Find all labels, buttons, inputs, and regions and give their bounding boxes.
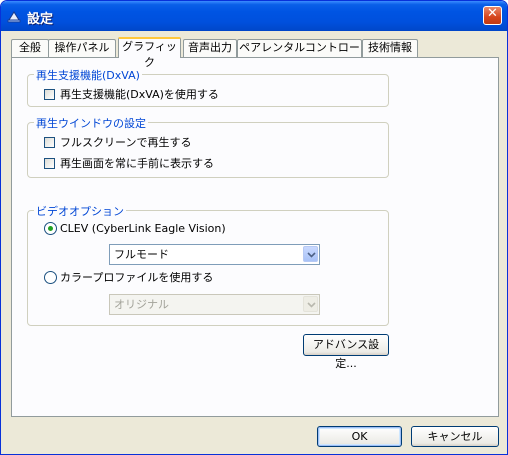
close-button[interactable]: ✕ — [483, 6, 502, 25]
ok-button[interactable]: OK — [317, 426, 402, 447]
tab-audio-output[interactable]: 音声出力 — [183, 39, 237, 57]
advanced-settings-button[interactable]: アドバンス設定... — [303, 334, 389, 370]
cancel-button[interactable]: キャンセル — [411, 426, 499, 447]
title-bar[interactable]: 設定 ✕ — [1, 1, 507, 31]
window-title: 設定 — [27, 12, 54, 27]
radio-selected-dot — [48, 226, 53, 231]
tab-general[interactable]: 全般 — [11, 39, 49, 57]
always-on-top-checkbox-label: 再生画面を常に手前に表示する — [60, 157, 214, 170]
chevron-down-icon[interactable] — [303, 246, 318, 262]
playback-window-group: 再生ウインドウの設定 フルスクリーンで再生する 再生画面を常に手前に表示する — [27, 115, 389, 178]
fullscreen-checkbox[interactable] — [44, 137, 55, 148]
playback-window-group-title: 再生ウインドウの設定 — [34, 115, 148, 131]
close-icon: ✕ — [487, 6, 498, 21]
tab-technical-info[interactable]: 技術情報 — [362, 39, 418, 57]
settings-dialog: 設定 ✕ 全般 操作パネル グラフィック 音声出力 ペアレンタルコントロール 技… — [0, 0, 508, 455]
clev-mode-dropdown[interactable]: フルモード — [109, 244, 320, 265]
clev-radio[interactable] — [44, 222, 57, 235]
video-options-group-title: ビデオオプション — [34, 203, 126, 219]
chevron-down-icon[interactable] — [303, 296, 318, 312]
color-profile-dropdown[interactable]: オリジナル — [109, 294, 320, 315]
dxva-group: 再生支援機能(DxVA) 再生支援機能(DxVA)を使用する — [27, 67, 389, 107]
tab-graphics[interactable]: グラフィック — [118, 37, 181, 69]
color-profile-radio-label: カラープロファイルを使用する — [60, 271, 214, 284]
dxva-checkbox[interactable] — [44, 89, 55, 100]
fullscreen-checkbox-label: フルスクリーンで再生する — [60, 136, 192, 149]
tab-parental-control[interactable]: ペアレンタルコントロール — [237, 39, 362, 70]
tab-control-panel[interactable]: 操作パネル — [48, 39, 116, 57]
dxva-group-title: 再生支援機能(DxVA) — [34, 67, 142, 83]
clev-radio-label: CLEV (CyberLink Eagle Vision) — [60, 222, 226, 235]
video-options-group: ビデオオプション CLEV (CyberLink Eagle Vision) フ… — [27, 203, 389, 326]
always-on-top-checkbox[interactable] — [44, 158, 55, 169]
dxva-checkbox-label: 再生支援機能(DxVA)を使用する — [60, 88, 219, 101]
color-profile-radio[interactable] — [44, 271, 57, 284]
graphics-tab-panel: 再生支援機能(DxVA) 再生支援機能(DxVA)を使用する 再生ウインドウの設… — [11, 57, 499, 417]
clev-mode-value: フルモード — [114, 248, 169, 261]
settings-app-icon — [7, 11, 21, 23]
color-profile-value: オリジナル — [114, 298, 169, 311]
